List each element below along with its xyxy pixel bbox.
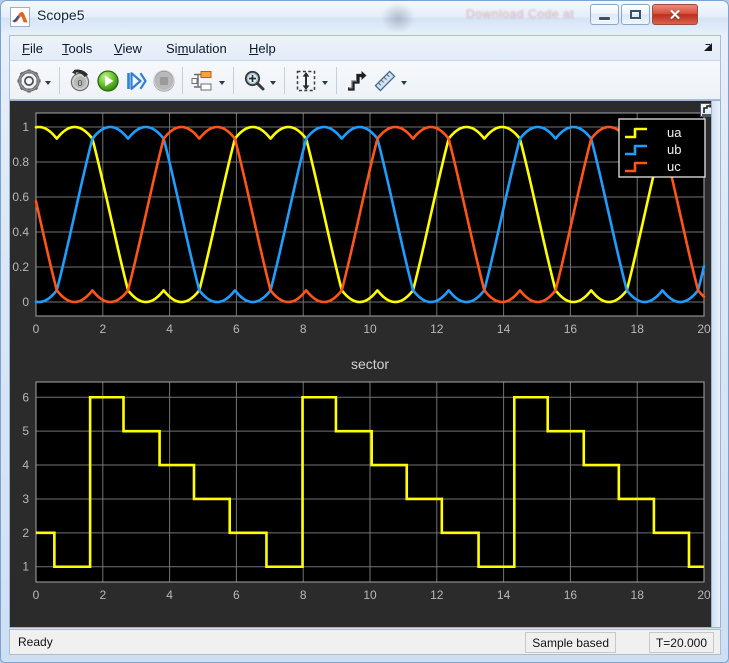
sector-xtick-label: 18	[631, 588, 645, 602]
phase-voltages-ytick-label: 0.4	[12, 225, 29, 239]
cursor-steps-icon[interactable]	[344, 68, 370, 94]
sector-xtick-label: 4	[166, 588, 173, 602]
close-icon: ✕	[653, 5, 697, 24]
toolbar-separator	[182, 67, 183, 94]
step-forward-icon[interactable]	[123, 68, 149, 94]
svg-text:0: 0	[78, 79, 83, 88]
sector-xtick-label: 16	[564, 588, 578, 602]
rewind-to-start-icon[interactable]: 0	[67, 68, 93, 94]
phase-voltages-xtick-label: 14	[497, 322, 511, 336]
scope-window: Download Code at Scope5 ✕ File Tools Vie…	[0, 0, 729, 663]
sector-xtick-label: 14	[497, 588, 511, 602]
sector-ytick-label: 5	[22, 424, 29, 438]
gear-dropdown-caret-icon[interactable]	[45, 79, 52, 86]
phase-voltages-xtick-label: 10	[363, 322, 377, 336]
signal-hierarchy-icon[interactable]	[190, 68, 216, 94]
phase-voltages-ytick-label: 0.2	[12, 260, 29, 274]
menu-item-file[interactable]: File	[18, 40, 47, 57]
menu-bar: File Tools View Simulation Help	[9, 35, 721, 60]
sector-xtick-label: 10	[363, 588, 377, 602]
menu-item-view-label: iew	[122, 41, 142, 56]
stop-icon[interactable]	[151, 68, 177, 94]
minimize-icon	[591, 5, 618, 24]
menu-item-tools[interactable]: Tools	[58, 40, 96, 57]
toolbar-separator	[233, 67, 234, 94]
annotations-dropdown-caret-icon[interactable]	[401, 79, 408, 86]
ghost-shape	[381, 3, 415, 33]
sector-ytick-label: 3	[22, 492, 29, 506]
phase-voltages-xtick-label: 16	[564, 322, 578, 336]
legend-box	[619, 119, 705, 177]
menu-item-view[interactable]: View	[110, 40, 146, 57]
sector-xtick-label: 8	[300, 588, 307, 602]
sector-ytick-label: 2	[22, 526, 29, 540]
sector-xtick-label: 0	[33, 588, 40, 602]
legend-label-ub: ub	[667, 142, 681, 157]
toolbar-separator	[284, 67, 285, 94]
menu-item-help[interactable]: Help	[245, 40, 280, 57]
phase-voltages-ytick-label: 1	[22, 120, 29, 134]
status-simulation-time: T=20.000	[649, 632, 714, 653]
sector-ytick-label: 6	[22, 390, 29, 404]
zoom-dropdown-caret-icon[interactable]	[270, 79, 277, 86]
phase-voltages-xtick-label: 0	[33, 322, 40, 336]
signal-hierarchy-dropdown-caret-icon[interactable]	[219, 79, 226, 86]
sector-xtick-label: 6	[233, 588, 240, 602]
phase-voltages-xtick-label: 8	[300, 322, 307, 336]
sector-plot-title: sector	[351, 356, 389, 372]
ghost-text-secondary	[511, 1, 514, 7]
phase-voltages-xtick-label: 12	[430, 322, 444, 336]
menu-item-help-label: elp	[258, 41, 275, 56]
status-sample-mode: Sample based	[525, 632, 616, 653]
phase-voltages-xtick-label: 18	[631, 322, 645, 336]
matlab-scope-icon	[10, 7, 30, 27]
autoscale-dropdown-caret-icon[interactable]	[322, 79, 329, 86]
magnifier-icon[interactable]	[241, 68, 267, 94]
phase-voltages-ytick-label: 0.6	[12, 190, 29, 204]
sector-ytick-label: 4	[22, 458, 29, 472]
scope-chart: 0246810121416182000.20.40.60.81uaubuc024…	[10, 101, 713, 627]
play-icon[interactable]	[95, 68, 121, 94]
maximize-icon	[622, 5, 649, 24]
minimize-button[interactable]	[590, 4, 619, 25]
vertical-scroll-strip[interactable]	[711, 101, 720, 628]
autoscale-arrows-icon[interactable]	[293, 68, 319, 94]
sector-xtick-label: 12	[430, 588, 444, 602]
title-bar: Download Code at Scope5 ✕	[1, 1, 728, 34]
toolbar-separator	[59, 67, 60, 94]
chart-legend: ua ub uc	[619, 119, 705, 177]
plot-area: 0246810121416182000.20.40.60.81uaubuc024…	[9, 100, 721, 628]
phase-voltages-xtick-label: 2	[99, 322, 106, 336]
gear-icon[interactable]	[16, 68, 42, 94]
legend-label-uc: uc	[667, 159, 681, 174]
sector-xtick-label: 2	[99, 588, 106, 602]
pencil-ruler-icon[interactable]	[372, 68, 398, 94]
phase-voltages-ytick-label: 0.8	[12, 155, 29, 169]
sector-axes: 02468101214161820123456	[22, 382, 711, 602]
close-button[interactable]: ✕	[652, 4, 698, 25]
menu-item-simulation[interactable]: Simulation	[162, 40, 231, 57]
ghost-text: Download Code at	[466, 7, 574, 21]
phase-voltages-ytick-label: 0	[22, 295, 29, 309]
menu-overflow-arrow-icon[interactable]	[702, 42, 714, 54]
phase-voltages-xtick-label: 4	[166, 322, 173, 336]
menu-item-tools-label: ools	[69, 41, 93, 56]
legend-label-ua: ua	[667, 125, 682, 140]
maximize-button[interactable]	[621, 4, 650, 25]
toolbar-separator	[336, 67, 337, 94]
toolbar: 0	[9, 60, 721, 100]
phase-voltages-xtick-label: 20	[697, 322, 711, 336]
phase-voltages-xtick-label: 6	[233, 322, 240, 336]
sector-ytick-label: 1	[22, 560, 29, 574]
status-message: Ready	[18, 635, 53, 649]
menu-item-simulation-label: ulation	[188, 41, 226, 56]
status-bar: Ready Sample based T=20.000	[9, 629, 721, 655]
window-title: Scope5	[37, 7, 84, 23]
menu-item-file-label: ile	[30, 41, 43, 56]
sector-xtick-label: 20	[697, 588, 711, 602]
